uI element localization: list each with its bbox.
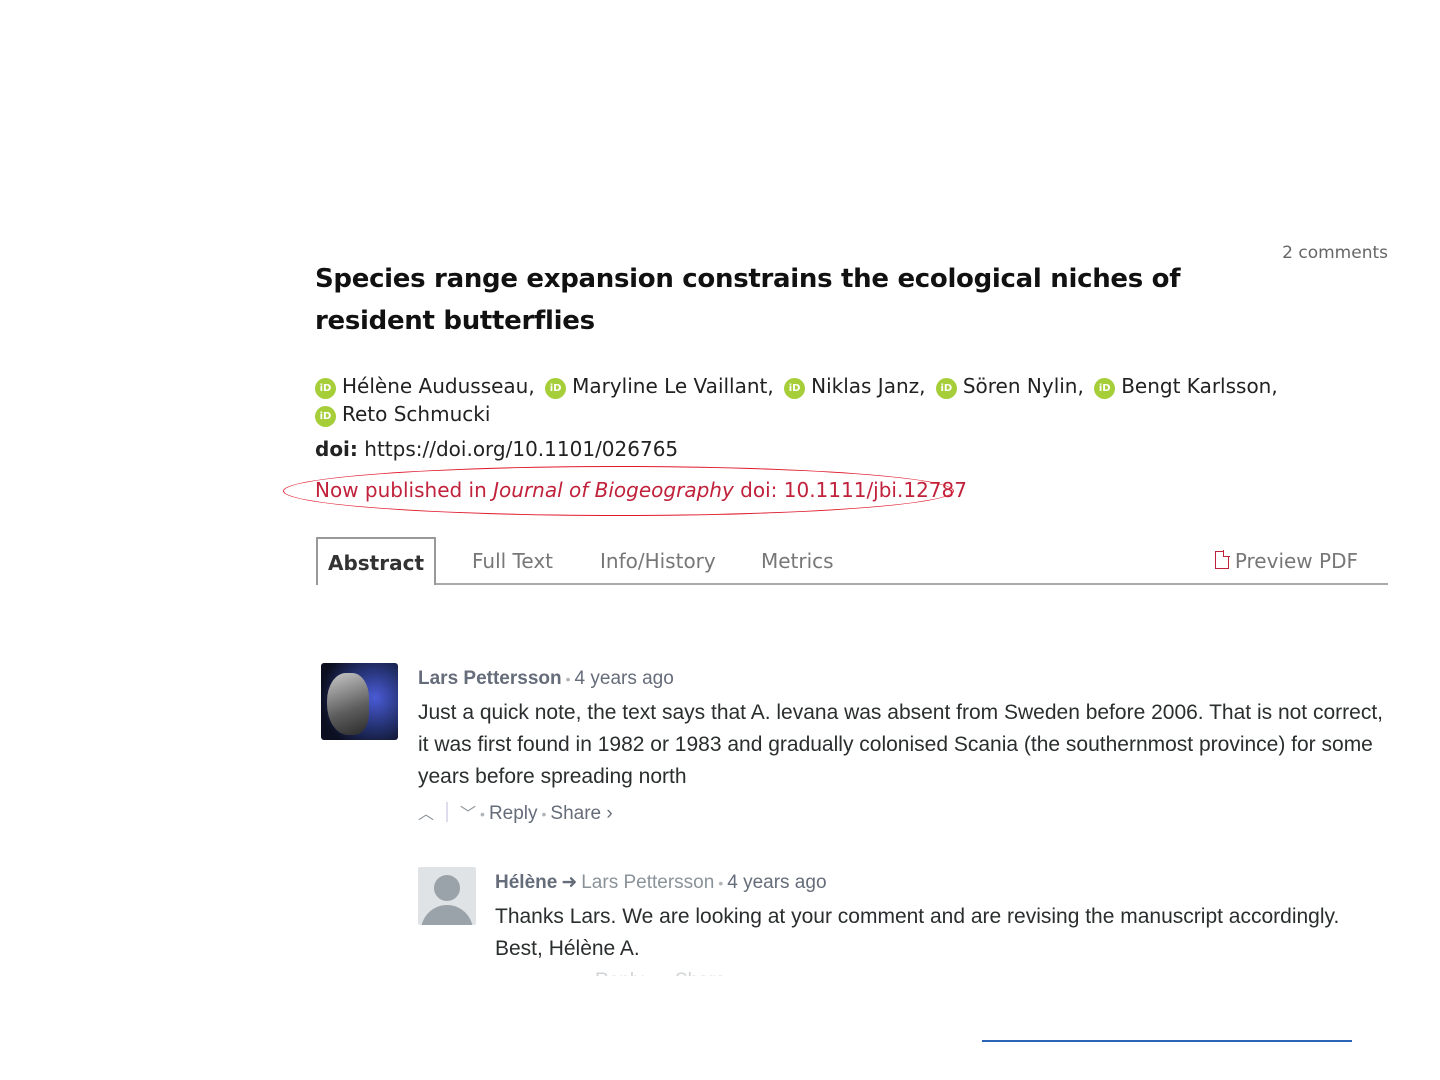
orcid-icon[interactable]: iD — [1094, 378, 1116, 399]
article-title: Species range expansion constrains the e… — [315, 264, 1181, 336]
comment-text: Just a quick note, the text says that A.… — [418, 701, 1383, 788]
tab-abstract[interactable]: Abstract — [316, 537, 436, 585]
link-underline — [982, 1040, 1352, 1042]
comments-count[interactable]: 2 comments — [1240, 243, 1388, 263]
doi-line: doi: https://doi.org/10.1101/026765 — [315, 437, 678, 461]
author-item[interactable]: iD Niklas Janz, — [784, 374, 926, 399]
author-list: iD Hélène Audusseau, iD Maryline Le Vailla… — [315, 372, 1315, 428]
article-tabs: Abstract Full Text Info/History Metrics … — [316, 537, 1388, 585]
comment-actions: ︿ ﹀ • Reply • Share › — [418, 800, 613, 825]
avatar[interactable] — [321, 663, 398, 740]
author-item[interactable]: iD Reto Schmucki — [315, 402, 491, 427]
avatar-body — [421, 905, 473, 925]
preview-pdf-button[interactable]: Preview PDF — [1214, 537, 1358, 583]
upvote-icon[interactable]: ︿ — [418, 800, 434, 824]
orcid-icon[interactable]: iD — [935, 378, 957, 399]
comment-meta: Hélène ➜ Lars Pettersson • 4 years ago — [495, 871, 827, 894]
author-item[interactable]: iD Sören Nylin, — [935, 374, 1084, 399]
tab-metrics[interactable]: Metrics — [761, 537, 834, 583]
author-name: Hélène Audusseau, — [342, 374, 535, 398]
vote-divider — [446, 802, 449, 822]
meta-separator: • — [565, 671, 571, 687]
author-name: Bengt Karlsson, — [1121, 374, 1278, 398]
author-name: Sören Nylin, — [962, 374, 1084, 398]
author-item[interactable]: iD Bengt Karlsson, — [1094, 374, 1278, 399]
bottom-mask — [0, 976, 1440, 1080]
pdf-icon — [1214, 550, 1230, 569]
comment-time[interactable]: 4 years ago — [575, 668, 674, 689]
comment-author[interactable]: Lars Pettersson — [418, 668, 562, 689]
action-separator: • — [541, 806, 547, 822]
reply-arrow-icon: ➜ — [561, 872, 578, 893]
doi-label: doi: — [315, 437, 358, 461]
orcid-icon[interactable]: iD — [545, 378, 567, 399]
highlight-ellipse — [283, 466, 954, 516]
orcid-icon[interactable]: iD — [784, 378, 806, 399]
comment-time[interactable]: 4 years ago — [727, 872, 826, 893]
doi-link[interactable]: https://doi.org/10.1101/026765 — [364, 437, 678, 461]
tab-info-history[interactable]: Info/History — [600, 537, 716, 583]
comment-meta: Lars Pettersson • 4 years ago — [418, 668, 674, 690]
avatar-head — [434, 875, 460, 901]
preview-pdf-label: Preview PDF — [1234, 549, 1358, 573]
reply-to-author[interactable]: Lars Pettersson — [581, 872, 714, 893]
author-name: Reto Schmucki — [342, 402, 491, 426]
orcid-icon[interactable]: iD — [315, 406, 336, 427]
comment-text: Thanks Lars. We are looking at your comm… — [495, 905, 1340, 960]
share-button[interactable]: Share › — [550, 803, 612, 824]
author-name: Maryline Le Vaillant, — [572, 374, 774, 398]
author-name: Niklas Janz, — [811, 374, 926, 398]
action-separator: • — [480, 806, 485, 822]
reply-button[interactable]: Reply — [489, 803, 538, 824]
avatar[interactable] — [418, 867, 476, 925]
comment-author[interactable]: Hélène — [495, 872, 557, 893]
author-item[interactable]: iD Hélène Audusseau, — [315, 374, 535, 399]
tab-full-text[interactable]: Full Text — [472, 537, 553, 583]
orcid-icon[interactable]: iD — [315, 378, 336, 399]
downvote-icon[interactable]: ﹀ — [460, 800, 476, 824]
author-item[interactable]: iD Maryline Le Vaillant, — [545, 374, 774, 399]
meta-separator: • — [718, 875, 724, 891]
avatar-image — [327, 673, 369, 735]
